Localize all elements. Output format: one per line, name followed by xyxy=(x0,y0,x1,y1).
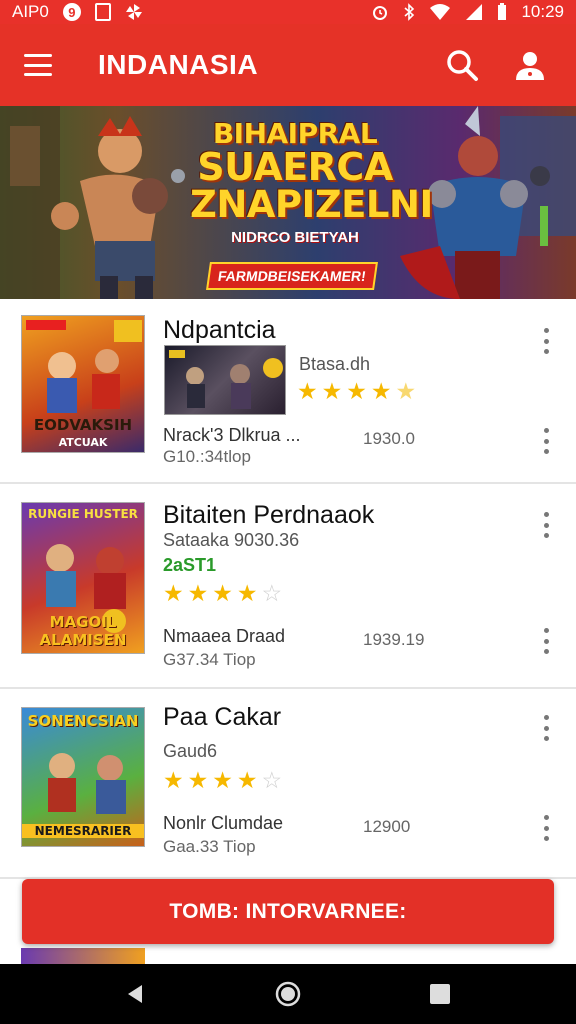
star-icon: ★ xyxy=(163,580,184,606)
notification-icon: 9 xyxy=(62,3,81,21)
star-icon: ★ xyxy=(297,378,318,404)
wifi-icon xyxy=(430,4,451,20)
game-tag: 2aST1 xyxy=(163,555,217,575)
status-time: 10:29 xyxy=(521,2,564,21)
game-developer: Nmaaea Draad xyxy=(163,626,286,646)
game-subtitle: Gaud6 xyxy=(163,741,218,761)
recents-square-icon[interactable] xyxy=(416,970,464,1018)
next-item-thumbnail-peek xyxy=(21,948,145,964)
banner-title-block: BIHAIPRAL SUAERCA ZNAPIZELNI NIDRCO BIET… xyxy=(190,117,433,247)
game-developer: Nrack'3 Dlkrua ... xyxy=(163,425,301,445)
game-thumbnail[interactable]: RUNGIE HUSTER MAGOIL ALAMISEN xyxy=(21,502,145,654)
more-options-icon[interactable] xyxy=(536,628,556,654)
navigation-bar xyxy=(0,964,576,1024)
banner-subtitle: NIDRCO BIETYAH xyxy=(231,229,359,246)
rating-stars: ★ ★ ★ ★ ★ xyxy=(297,378,416,405)
status-left-text: AIP0 xyxy=(12,2,49,21)
game-title[interactable]: Paa Cakar xyxy=(163,703,281,732)
pinwheel-icon xyxy=(125,4,142,20)
game-title[interactable]: Ndpantcia xyxy=(163,316,276,345)
rating-stars: ★ ★ ★ ★ ☆ xyxy=(163,767,282,794)
star-icon: ★ xyxy=(187,767,209,793)
hamburger-menu-icon[interactable] xyxy=(24,54,52,76)
star-empty-icon: ☆ xyxy=(261,580,283,606)
search-icon[interactable] xyxy=(440,43,484,87)
game-title[interactable]: Bitaiten Perdnaaok xyxy=(163,501,374,530)
thumbnail-caption: MAGOIL ALAMISEN xyxy=(39,613,127,649)
profile-icon[interactable] xyxy=(508,43,552,87)
game-size: G37.34 Tiop xyxy=(163,650,256,669)
game-developer: Nonlr Clumdae xyxy=(163,813,284,833)
thumbnail-caption-top: SONENCSIAN xyxy=(27,712,139,730)
app-bar: INDANASIA xyxy=(0,24,576,106)
status-left: AIP0 9 xyxy=(12,2,143,22)
thumbnail-caption: NEMESRARIER xyxy=(22,824,144,838)
game-thumbnail[interactable]: EODVAKSIH ATCUAK xyxy=(21,315,145,453)
star-icon: ★ xyxy=(346,378,367,404)
star-icon: ★ xyxy=(212,580,233,606)
more-options-icon[interactable] xyxy=(536,715,556,741)
game-size: Gaa.33 Tiop xyxy=(163,837,256,856)
thumbnail-caption-top: RUNGIE HUSTER xyxy=(28,507,138,521)
game-screenshot[interactable] xyxy=(164,345,286,415)
screenshot-art xyxy=(169,350,283,409)
banner-ribbon: FARMDBEISEKAMER! xyxy=(206,262,378,290)
more-options-icon[interactable] xyxy=(536,512,556,538)
app-title: INDANASIA xyxy=(98,49,259,80)
more-options-icon[interactable] xyxy=(536,328,556,354)
banner-title-line1: BIHAIPRAL xyxy=(212,117,378,150)
rating-stars: ★ ★ ★ ★ ☆ xyxy=(163,580,282,607)
home-circle-icon[interactable] xyxy=(264,970,312,1018)
game-count: 12900 xyxy=(363,817,411,836)
star-icon: ★ xyxy=(163,767,184,793)
game-count: 1930.0 xyxy=(363,429,415,448)
game-thumbnail[interactable]: SONENCSIAN NEMESRARIER xyxy=(21,707,145,847)
star-empty-icon: ☆ xyxy=(261,767,283,793)
back-triangle-icon[interactable] xyxy=(112,970,160,1018)
signal-icon xyxy=(466,4,483,20)
banner-title-line3: ZNAPIZELNI xyxy=(190,183,433,226)
star-icon: ★ xyxy=(187,580,209,606)
more-options-icon[interactable] xyxy=(536,428,556,454)
more-options-icon[interactable] xyxy=(536,815,556,841)
thumbnail-caption-small: ATCUAK xyxy=(58,436,108,449)
thumbnail-caption: EODVAKSIH xyxy=(33,416,133,434)
promo-banner[interactable]: BIHAIPRAL SUAERCA ZNAPIZELNI NIDRCO BIET… xyxy=(0,106,576,299)
list-item[interactable]: SONENCSIAN NEMESRARIER Paa Cakar Gaud6 ★… xyxy=(0,689,576,879)
game-count: 1939.19 xyxy=(363,630,425,649)
star-icon: ★ xyxy=(236,580,258,606)
game-subtitle: Btasa.dh xyxy=(299,354,371,374)
status-bar: AIP0 9 10:29 xyxy=(0,0,576,24)
game-size: G10.:34tlop xyxy=(163,447,251,466)
primary-action-button[interactable]: TOMB: INTORVARNEE: xyxy=(22,879,554,944)
gallery-icon xyxy=(94,3,111,21)
list-item[interactable]: EODVAKSIH ATCUAK Ndpantcia Btasa.dh ★ ★ … xyxy=(0,299,576,484)
status-right: 10:29 xyxy=(371,2,564,22)
game-subtitle: Sataaka 9030.36 xyxy=(163,530,300,550)
star-half-icon: ★ xyxy=(395,378,417,404)
star-icon: ★ xyxy=(321,378,343,404)
list-item[interactable]: RUNGIE HUSTER MAGOIL ALAMISEN Bitaiten P… xyxy=(0,484,576,689)
bluetooth-icon xyxy=(404,3,415,21)
battery-icon xyxy=(498,3,507,20)
star-icon: ★ xyxy=(212,767,233,793)
alarm-icon xyxy=(373,6,388,20)
game-list: EODVAKSIH ATCUAK Ndpantcia Btasa.dh ★ ★ … xyxy=(0,299,576,879)
star-icon: ★ xyxy=(236,767,258,793)
star-icon: ★ xyxy=(370,378,392,404)
banner-title-line2: SUAERCA xyxy=(197,145,393,189)
